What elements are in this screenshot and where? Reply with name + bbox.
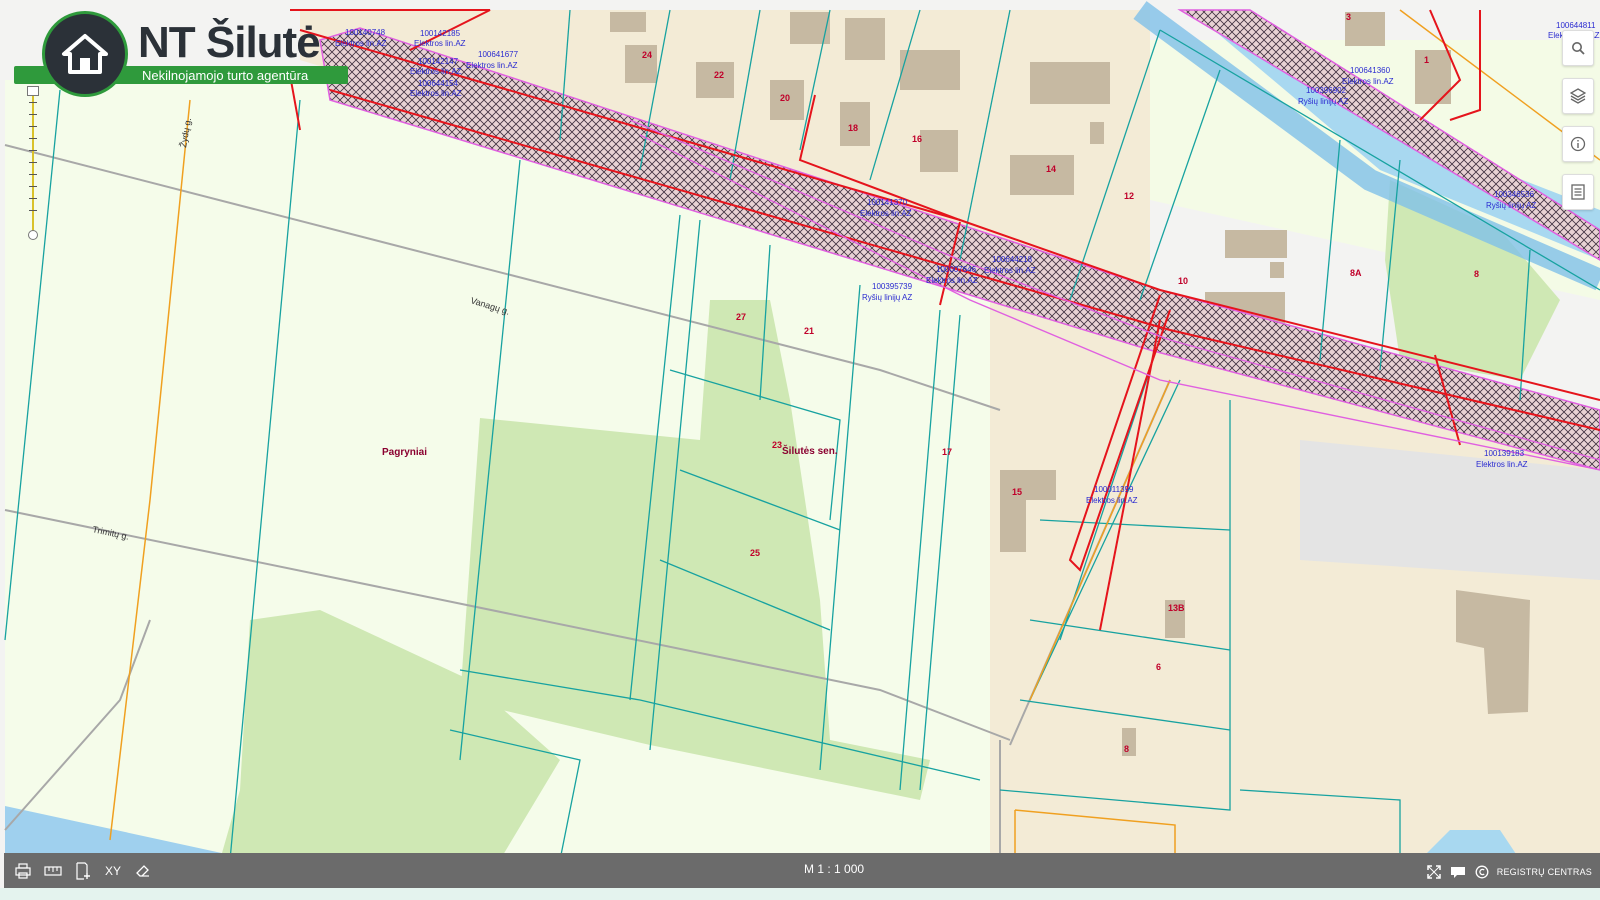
layers-icon [1570, 88, 1586, 104]
eraser-button[interactable] [134, 860, 152, 882]
search-icon [1572, 42, 1585, 55]
util-label: 100139183 [1484, 449, 1525, 458]
util-label: 100644811 [1556, 21, 1596, 30]
place-label: Šilutės sen. [782, 444, 838, 457]
parcel-number: 15 [1012, 487, 1022, 497]
map-canvas[interactable]: 100140748 Elektros lin.AZ 100142185 Elek… [0, 0, 1600, 900]
measure-icon [44, 865, 62, 876]
zoom-tick [29, 102, 37, 103]
zoom-tick [29, 114, 37, 115]
logo-title: NT Šilutė [138, 18, 321, 67]
parcel-number: 8 [1474, 269, 1479, 279]
util-label: Elektros lin.AZ [1342, 77, 1394, 86]
bottom-strip [0, 888, 1600, 900]
fullscreen-button[interactable] [1425, 861, 1443, 883]
util-label: Ryšių linijų AZ [1298, 97, 1348, 106]
zoom-tick [29, 210, 37, 211]
zoom-knob[interactable] [27, 86, 39, 96]
util-label: 100641360 [1350, 66, 1391, 75]
right-toolbar [1562, 30, 1596, 222]
zoom-tick [29, 126, 37, 127]
copyright-icon [1475, 865, 1489, 879]
util-label: 100007646 [936, 265, 977, 274]
util-label: Ryšių linijų AZ [862, 293, 912, 302]
util-label: Elektros lin.AZ [984, 266, 1036, 275]
eraser-icon [136, 864, 149, 877]
info-button[interactable] [1562, 126, 1594, 162]
zoom-tick [29, 174, 37, 175]
zoom-tick [29, 138, 37, 139]
fullscreen-icon [1427, 865, 1441, 879]
util-label: Elektros lin.AZ [466, 61, 518, 70]
parcel-number: 6 [1156, 662, 1161, 672]
parcel-number: 21 [804, 326, 814, 336]
parcel-number: 1 [1424, 55, 1429, 65]
zoom-out-handle[interactable] [28, 230, 38, 240]
util-label: 100396902 [1306, 86, 1347, 95]
add-page-icon [76, 861, 90, 880]
print-button[interactable] [14, 860, 32, 882]
parcel-number: 25 [750, 548, 760, 558]
feedback-button[interactable] [1449, 861, 1467, 883]
parcel-number: 22 [714, 70, 724, 80]
parcel-number: 8 [1124, 744, 1129, 754]
zoom-slider[interactable] [26, 86, 40, 242]
util-label: Elektros lin.AZ [926, 276, 978, 285]
util-label: Elektros lin.AZ [1476, 460, 1528, 469]
search-button[interactable] [1562, 30, 1594, 66]
util-label: 100395739 [872, 282, 913, 291]
logo: NT Šilutė Nekilnojamojo turto agentūra [14, 10, 354, 100]
parcel-number: 14 [1046, 164, 1056, 174]
place-label: Pagryniai [382, 447, 427, 458]
util-label: Elektros lin.AZ [1086, 496, 1138, 505]
parcel-number: 8A [1350, 268, 1362, 278]
parcel-number: 16 [912, 134, 922, 144]
xy-coordinates-button[interactable]: XY [104, 860, 122, 882]
util-label: Elektros lin.AZ [414, 39, 466, 48]
parcel-number: 12 [1124, 191, 1134, 201]
parcel-number: 20 [780, 93, 790, 103]
logo-subtitle: Nekilnojamojo turto agentūra [142, 68, 309, 83]
util-label: 100142185 [420, 29, 461, 38]
util-label: Elektros lin.AZ [410, 89, 462, 98]
layers-button[interactable] [1562, 78, 1594, 114]
legend-icon [1571, 184, 1585, 200]
util-label: 100644154 [418, 79, 459, 88]
measure-button[interactable] [44, 860, 62, 882]
legend-button[interactable] [1562, 174, 1594, 210]
info-icon [1570, 136, 1586, 152]
util-label: 100644218 [992, 255, 1033, 264]
zoom-tick [29, 186, 37, 187]
add-page-button[interactable] [74, 860, 92, 882]
parcel-number: 27 [736, 312, 746, 322]
chat-icon [1450, 867, 1465, 878]
util-label: Elektros lin.AZ [860, 209, 912, 218]
zoom-tick [29, 162, 37, 163]
util-label: Elektros lin.AZ [410, 67, 462, 76]
parcel-number: 10 [1178, 276, 1188, 286]
brand-label: REGISTRŲ CENTRAS [1496, 867, 1592, 877]
print-icon [15, 862, 31, 879]
bottom-toolbar: XY M 1 : 1 000 REGISTRŲ CENTRAS [4, 853, 1600, 888]
map-scale: M 1 : 1 000 [804, 862, 865, 876]
util-label: 100142147 [418, 57, 459, 66]
parcel-number: 3 [1346, 12, 1351, 22]
bottom-right-tools: REGISTRŲ CENTRAS [1425, 861, 1592, 883]
util-label: 100346536 [1494, 190, 1535, 199]
util-label: 100641677 [478, 50, 519, 59]
parcel-number: 24 [642, 50, 652, 60]
zoom-tick [29, 150, 37, 151]
util-label: Ryšių linijų AZ [1486, 201, 1536, 210]
house-icon [42, 11, 128, 97]
parcel-number: 18 [848, 123, 858, 133]
parcel-number: 23 [772, 440, 782, 450]
copyright-button[interactable] [1473, 861, 1491, 883]
util-label: 100141370 [867, 198, 908, 207]
parcel-number: 17 [942, 447, 952, 457]
zoom-tick [29, 198, 37, 199]
parcel-number: 13B [1168, 603, 1185, 613]
util-label: 100011399 [1094, 485, 1134, 494]
